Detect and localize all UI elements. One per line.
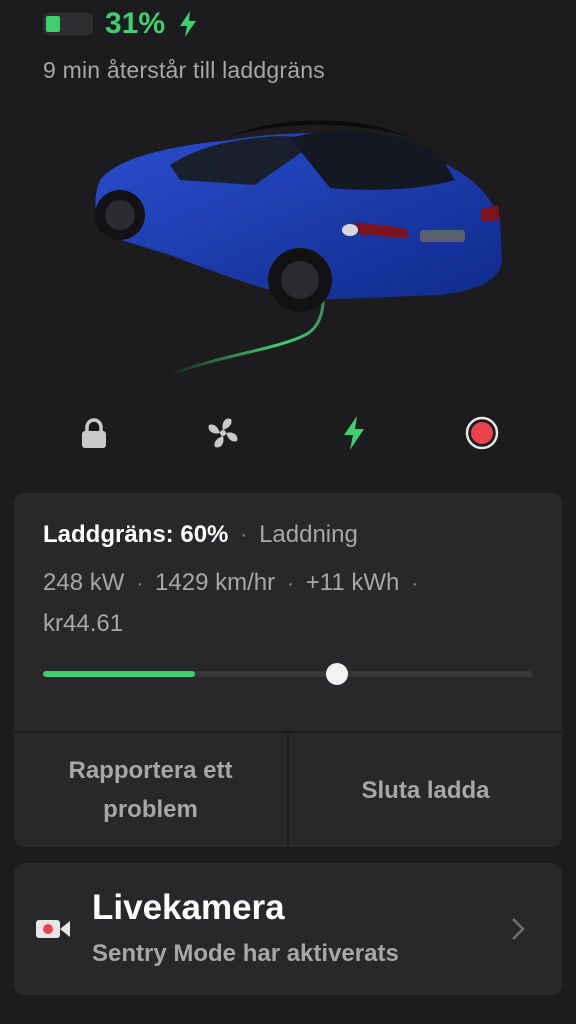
live-camera-title: Livekamera <box>92 888 285 927</box>
charge-limit-slider[interactable] <box>43 663 533 685</box>
live-camera-subtitle: Sentry Mode har aktiverats <box>92 940 399 967</box>
charge-power: 248 kW <box>43 569 125 596</box>
lock-icon <box>82 418 106 448</box>
charge-button[interactable] <box>334 413 374 453</box>
charge-limit-row: Laddgräns: 60% · Laddning <box>43 521 358 548</box>
quick-controls <box>0 405 576 461</box>
car-image <box>95 120 502 377</box>
fan-button[interactable] <box>203 413 243 453</box>
camera-icon <box>36 920 70 938</box>
record-icon <box>465 416 499 450</box>
charge-limit-label: Laddgräns: 60% <box>43 521 229 548</box>
time-remaining-text: 9 min återstår till laddgräns <box>43 57 325 83</box>
live-camera-card[interactable] <box>14 863 562 995</box>
charging-bolt-icon <box>180 11 197 37</box>
energy-added: +11 kWh <box>305 569 400 596</box>
charge-limit-handle[interactable] <box>326 663 348 685</box>
charge-cost: kr44.61 <box>43 610 124 637</box>
stop-charging-button[interactable]: Sluta ladda <box>289 733 562 847</box>
charging-stats: 248 kW · 1429 km/hr · +11 kWh · kr44.61 <box>43 569 419 637</box>
report-problem-button[interactable]: Rapportera ett problem <box>14 733 287 847</box>
charging-state-label: Laddning <box>259 521 358 548</box>
fan-icon <box>208 418 238 448</box>
battery-percent: 31% <box>105 7 166 40</box>
record-button[interactable] <box>462 413 502 453</box>
lock-button[interactable] <box>74 413 114 453</box>
charge-rate: 1429 km/hr <box>155 569 276 596</box>
battery-status: 31% <box>43 7 197 40</box>
current-charge-fill <box>43 671 195 677</box>
battery-icon <box>43 13 93 35</box>
charge-bolt-icon <box>344 416 364 450</box>
chevron-right-icon <box>512 918 525 940</box>
battery-level-fill <box>46 16 60 32</box>
